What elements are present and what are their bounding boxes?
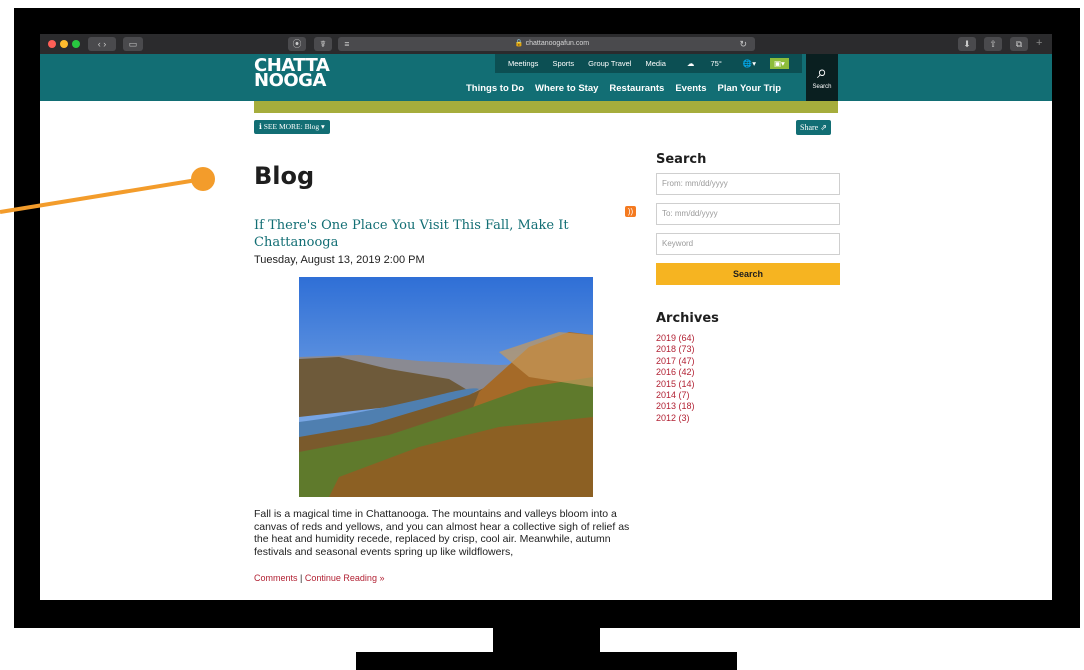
annotation-dot <box>191 167 215 191</box>
annotation-pointer <box>0 167 215 214</box>
annotation-line <box>0 177 204 214</box>
